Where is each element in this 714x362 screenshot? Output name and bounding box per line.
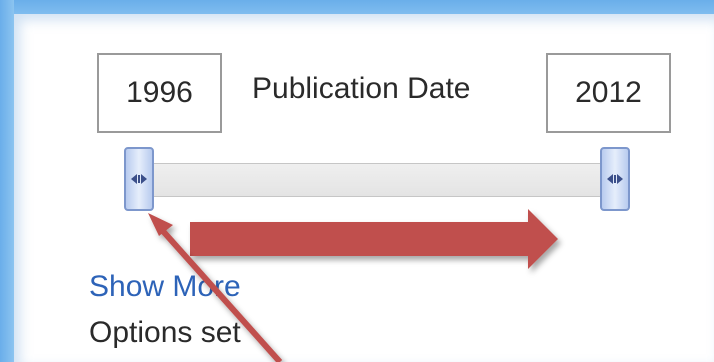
window-frame-left xyxy=(0,0,14,362)
slider-end-handle[interactable] xyxy=(600,147,630,211)
end-year-value: 2012 xyxy=(575,76,642,109)
start-year-input[interactable]: 1996 xyxy=(97,53,222,133)
show-more-link[interactable]: Show More xyxy=(89,270,241,304)
end-year-input[interactable]: 2012 xyxy=(546,53,671,133)
window-frame-top xyxy=(0,0,714,14)
options-set-text: Options set xyxy=(89,316,241,349)
start-year-value: 1996 xyxy=(126,76,193,109)
date-range-slider-track[interactable] xyxy=(140,163,612,197)
publication-date-label: Publication Date xyxy=(252,72,471,105)
double-arrow-grip-icon xyxy=(131,174,147,184)
double-arrow-grip-icon xyxy=(607,174,623,184)
slider-start-handle[interactable] xyxy=(124,147,154,211)
